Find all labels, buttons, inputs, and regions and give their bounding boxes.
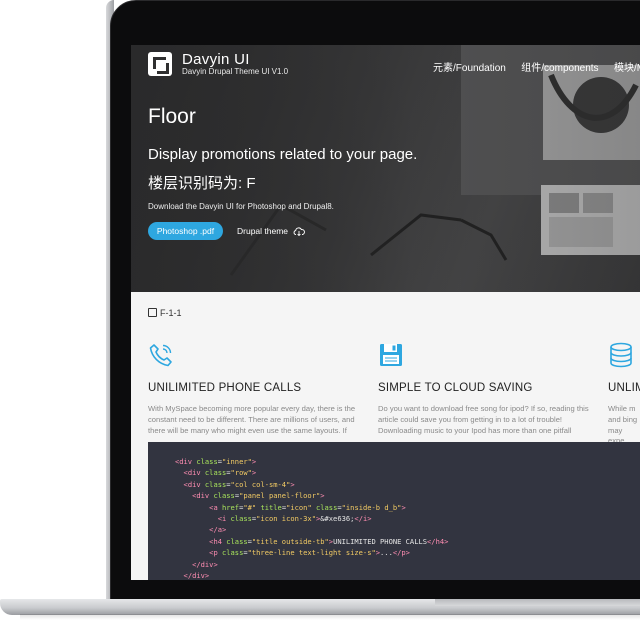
hero-banner: Davyin UI Davyin Drupal Theme UI V1.0 元素… <box>131 45 640 292</box>
feature-title: SIMPLE TO CLOUD SAVING <box>378 382 533 394</box>
code-line: <div class="inner"> <box>175 456 640 467</box>
brand-logo-icon[interactable] <box>148 52 172 76</box>
code-token: &#xe636; <box>320 514 355 524</box>
code-token: "col col-sm-4" <box>230 479 291 489</box>
code-token: </div> <box>192 559 218 569</box>
code-token: > <box>320 491 325 501</box>
code-token: class <box>196 457 218 466</box>
floppy-disk-icon[interactable] <box>378 342 404 368</box>
code-token: <div <box>183 479 205 489</box>
code-token: "title outside-tb" <box>251 536 329 546</box>
code-token: </h4> <box>427 536 449 546</box>
nav-item-components[interactable]: 组件/components <box>521 63 598 74</box>
hero-background-photo <box>131 45 640 292</box>
code-token: href <box>221 502 240 512</box>
nav-item-foundation[interactable]: 元素/Foundation <box>433 63 506 74</box>
code-token: </p> <box>392 548 410 558</box>
feature-title: UNILIMITED PHONE CALLS <box>148 382 302 394</box>
code-token: class <box>204 479 227 489</box>
section-label-text: F-1-1 <box>160 308 182 318</box>
code-token: class <box>230 514 252 524</box>
code-token: "inner" <box>222 457 252 466</box>
nav-item-modules[interactable]: 模块/Modu <box>614 63 640 74</box>
code-token: UNILIMITED PHONE CALLS <box>333 536 428 546</box>
code-token: <div <box>192 491 214 501</box>
code-token: class <box>226 536 248 546</box>
code-line: <a href="#" title="icon" class="inside-b… <box>175 502 640 513</box>
brand-name[interactable]: Davyin UI <box>182 51 250 68</box>
hero-lead: Display promotions related to your page. <box>148 146 418 163</box>
code-token: > <box>251 468 257 478</box>
brand-subtitle: Davyin Drupal Theme UI V1.0 <box>182 67 289 76</box>
code-token: > <box>401 502 406 512</box>
code-token: </a> <box>209 525 227 535</box>
code-token: class <box>221 548 244 558</box>
code-token: > <box>251 457 257 466</box>
code-token: <div <box>183 468 205 478</box>
code-token: "#" <box>243 502 257 512</box>
drupal-theme-link[interactable]: Drupal theme <box>237 222 306 240</box>
hero-download-text: Download the Davyin UI for Photoshop and… <box>148 202 334 211</box>
code-token: "panel panel-floor" <box>239 491 321 501</box>
code-line: <div class="row"> <box>175 467 640 478</box>
phone-icon[interactable] <box>148 342 174 368</box>
code-token: "icon" <box>286 502 312 512</box>
hero-floor-code: 楼层识别码为: F <box>148 175 256 192</box>
feature-title: UNLIM <box>608 382 640 394</box>
feature-description: While m and bing may expe <box>608 404 638 446</box>
code-token: <h4 <box>209 536 227 546</box>
code-line: <div class="panel panel-floor"> <box>175 490 640 501</box>
code-token: </div> <box>183 571 210 580</box>
floor-code-icon <box>148 308 157 317</box>
laptop-screen: Davyin UI Davyin Drupal Theme UI V1.0 元素… <box>131 45 640 580</box>
code-token: "inside-b d_b" <box>341 502 402 512</box>
code-token: class <box>213 491 235 501</box>
section-label: F-1-1 <box>148 307 182 319</box>
photoshop-pdf-button[interactable]: Photoshop .pdf <box>148 222 223 240</box>
code-snippet: <div class="inner"> <div class="row"> <d… <box>148 442 640 580</box>
code-token: <i <box>217 514 231 524</box>
database-icon[interactable] <box>608 342 634 368</box>
code-line: <i class="icon icon-3x">&#xe636;</i> <box>175 513 640 524</box>
code-token: "icon icon-3x" <box>256 514 316 524</box>
code-line: <h4 class="title outside-tb">UNILIMITED … <box>175 536 640 547</box>
code-token: </i> <box>354 514 372 524</box>
code-token: <a <box>209 502 222 512</box>
code-token: "three-line text-light size-s" <box>247 548 376 558</box>
laptop-base-notch <box>435 599 640 606</box>
code-token: class <box>204 468 227 478</box>
code-token: <div <box>175 457 197 466</box>
main-nav: 元素/Foundation 组件/components 模块/Modu <box>433 58 640 76</box>
code-token: <p <box>209 548 222 558</box>
code-token: > <box>290 479 295 489</box>
laptop-shadow <box>20 614 640 620</box>
code-token: class <box>316 502 338 512</box>
feature-description: With MySpace becoming more popular every… <box>148 404 356 435</box>
code-token: ... <box>380 548 393 558</box>
code-line: <p class="three-line text-light size-s">… <box>175 547 640 558</box>
code-line: </div> <box>175 559 640 570</box>
code-token: "row" <box>230 468 252 478</box>
page-title: Floor <box>148 105 196 128</box>
code-line: </a> <box>175 524 640 535</box>
code-line: </div> <box>175 570 640 580</box>
drupal-theme-label: Drupal theme <box>237 226 289 236</box>
code-token: title <box>260 502 282 512</box>
cloud-download-icon <box>294 227 306 237</box>
feature-description: Do you want to download free song for ip… <box>378 404 589 435</box>
code-line: <div class="col col-sm-4"> <box>175 479 640 490</box>
